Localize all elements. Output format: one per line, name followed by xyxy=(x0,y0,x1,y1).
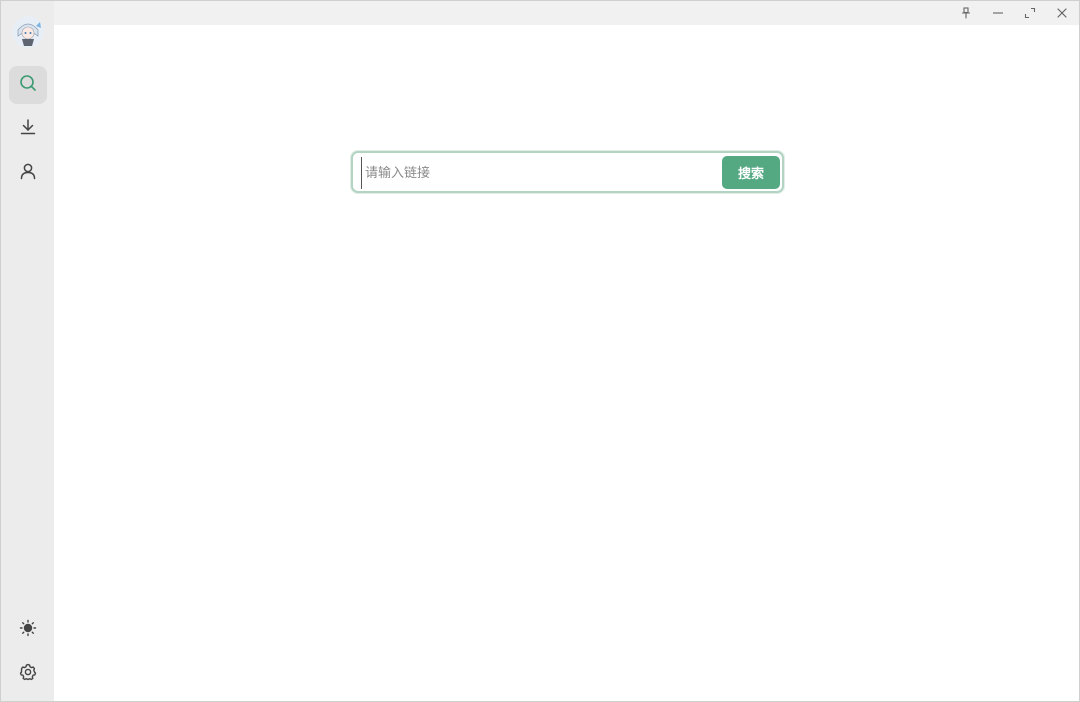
title-bar xyxy=(54,1,1079,25)
avatar[interactable] xyxy=(11,16,44,48)
sidebar-item-settings[interactable] xyxy=(9,655,47,693)
pin-button[interactable] xyxy=(955,3,977,23)
search-button[interactable]: 搜索 xyxy=(722,156,780,189)
link-search-input[interactable] xyxy=(361,157,717,189)
search-bar: 搜索 xyxy=(351,151,784,193)
maximize-button[interactable] xyxy=(1019,3,1041,23)
sidebar-item-user[interactable] xyxy=(9,154,47,192)
user-icon xyxy=(19,162,37,184)
close-button[interactable] xyxy=(1051,3,1073,23)
close-icon xyxy=(1056,4,1068,23)
sidebar-nav xyxy=(8,66,47,192)
pin-icon xyxy=(960,4,972,23)
sidebar-bottom xyxy=(9,611,47,693)
theme-toggle-button[interactable] xyxy=(9,611,47,649)
sun-icon xyxy=(19,619,37,641)
sidebar xyxy=(1,1,54,701)
sidebar-item-download[interactable] xyxy=(9,110,47,148)
app-window: 搜索 xyxy=(0,0,1080,702)
minimize-button[interactable] xyxy=(987,3,1009,23)
sidebar-item-search[interactable] xyxy=(8,66,47,104)
minimize-icon xyxy=(992,4,1004,23)
maximize-icon xyxy=(1024,4,1036,23)
download-icon xyxy=(19,118,37,140)
window-controls xyxy=(955,3,1073,23)
gear-icon xyxy=(19,663,37,685)
search-icon xyxy=(19,74,37,96)
main-content: 搜索 xyxy=(54,25,1079,701)
